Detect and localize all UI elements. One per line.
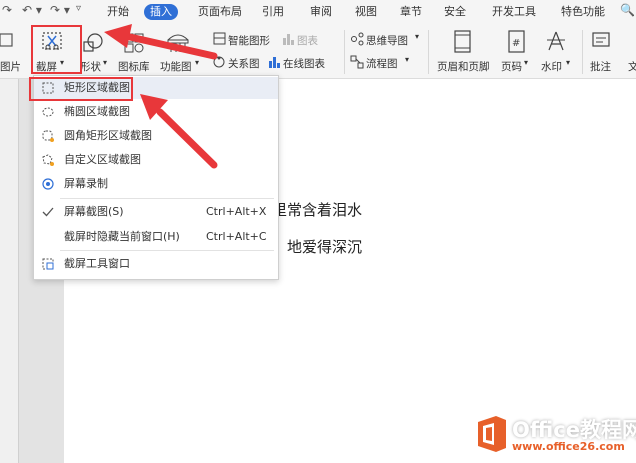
- arrow-to-screenshot-button: [104, 24, 218, 60]
- annotation-arrows: [104, 24, 218, 169]
- arrow-to-rect-capture: [140, 94, 218, 169]
- watermark-url: www.office26.com: [512, 440, 625, 453]
- office26-watermark: Office教程网 www.office26.com: [472, 410, 636, 458]
- office-logo-icon: [478, 416, 506, 452]
